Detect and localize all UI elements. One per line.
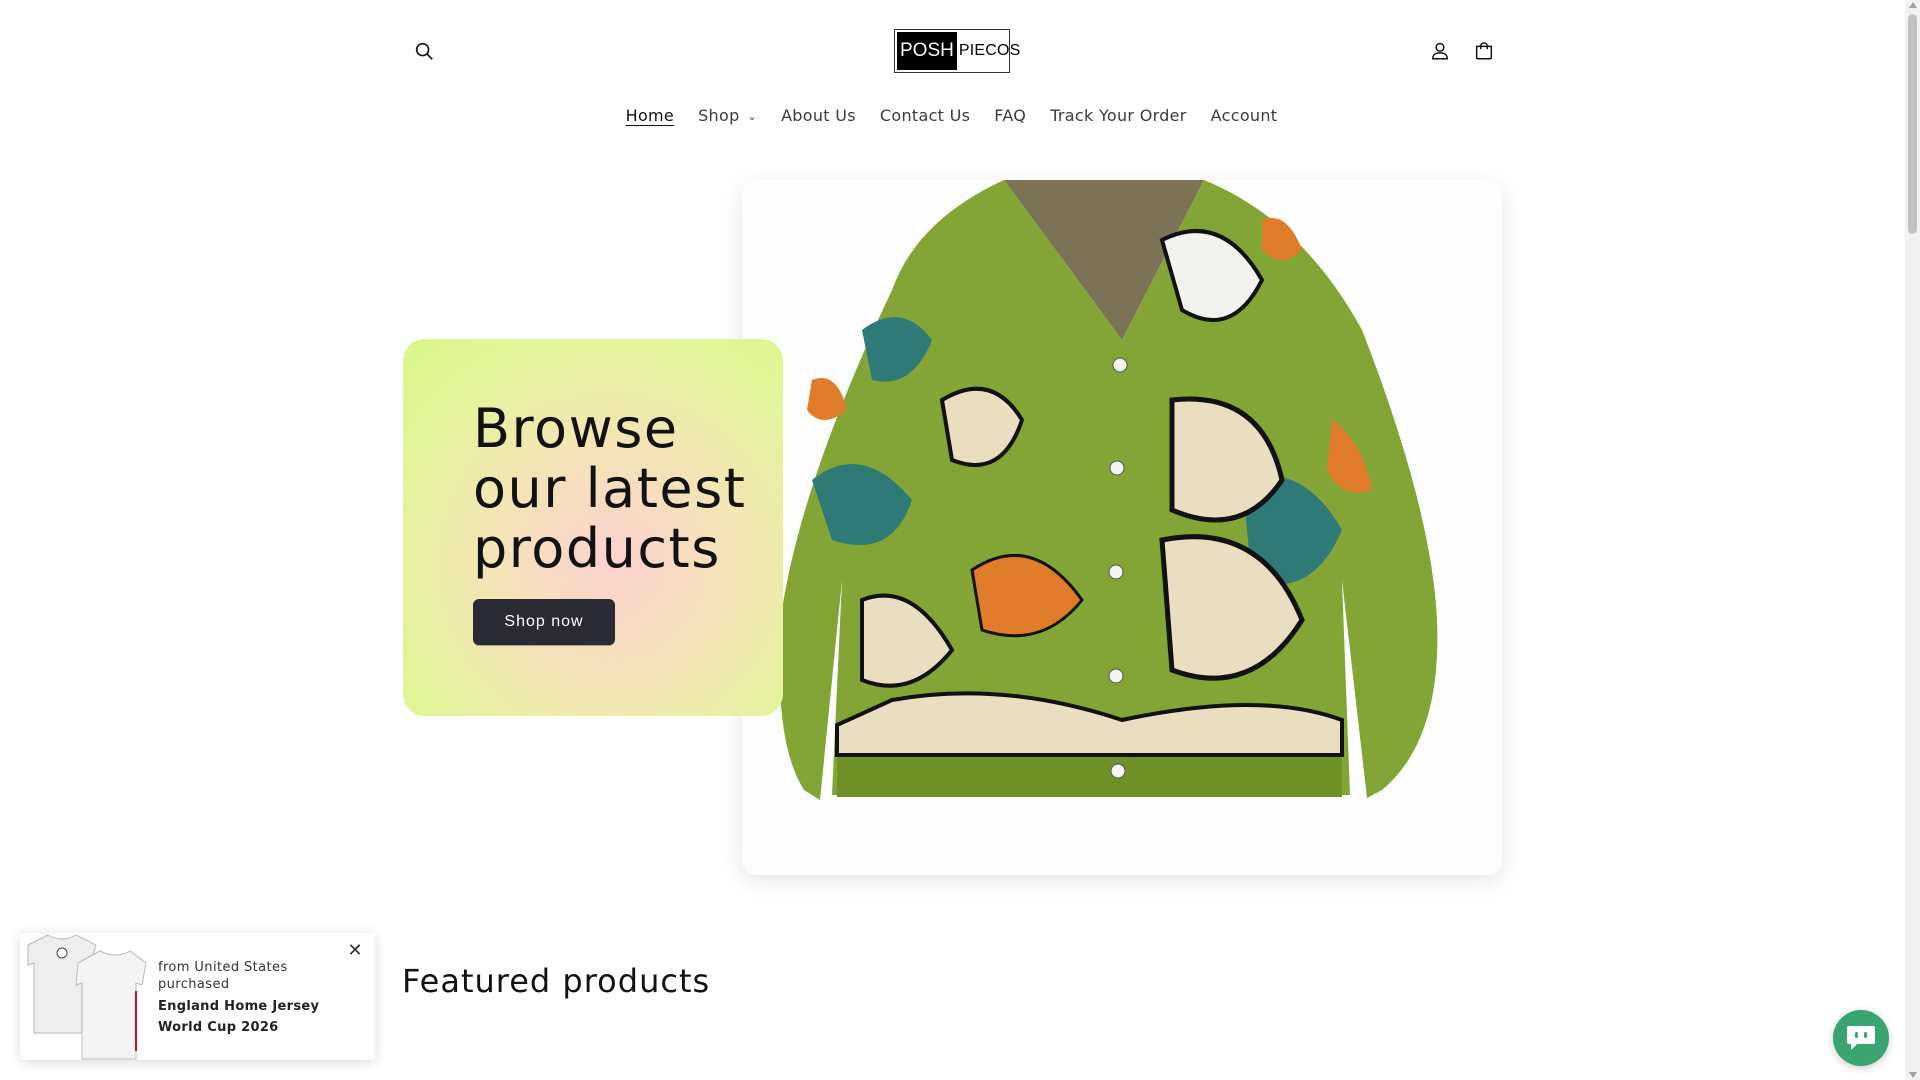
cart-icon[interactable] bbox=[1462, 29, 1506, 73]
purchase-notification[interactable]: ✕ from United States purchased England H… bbox=[20, 933, 375, 1060]
nav-about-us[interactable]: About Us bbox=[769, 100, 868, 131]
nav-faq[interactable]: FAQ bbox=[982, 100, 1038, 131]
cardigan-illustration bbox=[779, 180, 1438, 800]
nav-track-order[interactable]: Track Your Order bbox=[1038, 100, 1198, 131]
page-scrollbar[interactable] bbox=[1905, 0, 1920, 1080]
scroll-up-arrow[interactable] bbox=[1909, 2, 1917, 8]
chevron-down-icon: ⌄ bbox=[747, 110, 758, 123]
nav-account[interactable]: Account bbox=[1199, 100, 1290, 131]
hero-title: Browse our latest products bbox=[473, 397, 747, 580]
shop-now-button[interactable]: Shop now bbox=[473, 599, 615, 645]
featured-products-heading: Featured products bbox=[402, 962, 711, 1000]
hero-product-image bbox=[742, 180, 1502, 875]
site-header: POSH PIECOS Home Shop ⌄ About Us Contact … bbox=[0, 0, 1905, 150]
nav-faq-label: FAQ bbox=[994, 106, 1027, 125]
scroll-thumb[interactable] bbox=[1908, 14, 1917, 234]
hero-banner-card: Browse our latest products Shop now bbox=[403, 339, 783, 716]
nav-account-label: Account bbox=[1210, 106, 1278, 125]
nav-contact-label: Contact Us bbox=[879, 106, 971, 125]
popup-product-name[interactable]: England Home Jersey World Cup 2026 bbox=[158, 996, 363, 1038]
jersey-thumbnail bbox=[27, 934, 147, 1060]
nav-home[interactable]: Home bbox=[614, 100, 686, 131]
nav-shop[interactable]: Shop ⌄ bbox=[686, 100, 769, 131]
close-icon[interactable]: ✕ bbox=[345, 941, 365, 961]
search-icon[interactable] bbox=[402, 29, 446, 73]
logo-part-piecos: PIECOS bbox=[958, 42, 1021, 59]
chat-bubble-icon bbox=[1847, 1026, 1875, 1050]
site-logo[interactable]: POSH PIECOS bbox=[894, 29, 1020, 73]
nav-about-label: About Us bbox=[781, 106, 856, 125]
main-nav: Home Shop ⌄ About Us Contact Us FAQ Track… bbox=[0, 100, 1905, 131]
chat-bot-icon[interactable] bbox=[1833, 1010, 1889, 1066]
nav-shop-label: Shop bbox=[698, 106, 740, 125]
scroll-down-arrow[interactable] bbox=[1909, 1072, 1917, 1078]
nav-track-label: Track Your Order bbox=[1050, 106, 1187, 125]
logo-part-posh: POSH bbox=[897, 32, 957, 70]
nav-contact-us[interactable]: Contact Us bbox=[868, 100, 982, 131]
nav-home-label: Home bbox=[625, 106, 675, 125]
popup-from-text: from United States purchased bbox=[158, 960, 288, 992]
user-icon[interactable] bbox=[1418, 29, 1462, 73]
